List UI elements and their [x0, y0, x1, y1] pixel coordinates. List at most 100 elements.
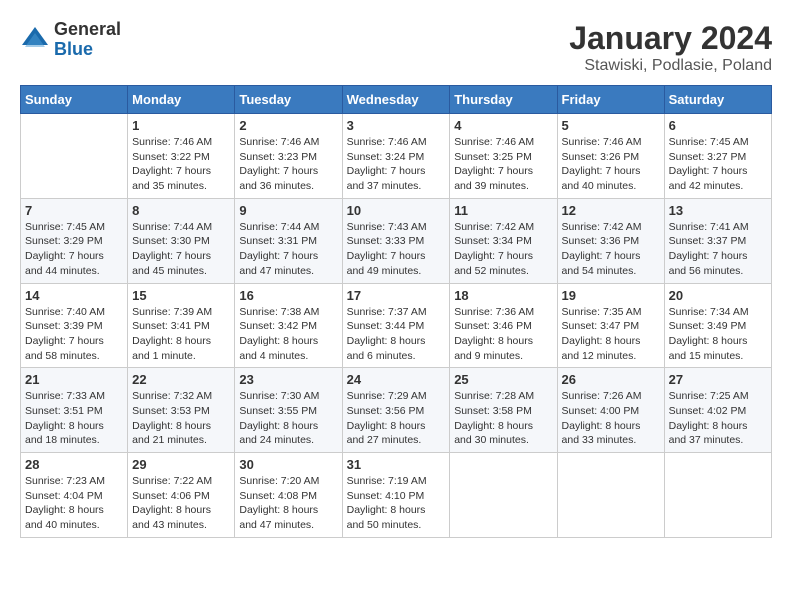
- day-cell: 28 Sunrise: 7:23 AM Sunset: 4:04 PM Dayli…: [21, 453, 128, 538]
- day-number: 3: [347, 118, 446, 133]
- day-info: Sunrise: 7:37 AM Sunset: 3:44 PM Dayligh…: [347, 305, 446, 364]
- day-number: 4: [454, 118, 552, 133]
- day-info: Sunrise: 7:42 AM Sunset: 3:36 PM Dayligh…: [562, 220, 660, 279]
- day-number: 16: [239, 288, 337, 303]
- day-number: 28: [25, 457, 123, 472]
- header-sunday: Sunday: [21, 86, 128, 114]
- day-number: 15: [132, 288, 230, 303]
- week-row-3: 14Sunrise: 7:40 AM Sunset: 3:39 PM Dayli…: [21, 283, 772, 368]
- day-cell: 29 Sunrise: 7:22 AM Sunset: 4:06 PM Dayli…: [128, 453, 235, 538]
- day-info: Sunrise: 7:30 AM Sunset: 3:55 PM Dayligh…: [239, 389, 337, 448]
- day-cell: [664, 453, 771, 538]
- day-number: 20: [669, 288, 767, 303]
- day-cell: 26Sunrise: 7:26 AM Sunset: 4:00 PM Dayli…: [557, 368, 664, 453]
- day-info: Sunrise: 7:36 AM Sunset: 3:46 PM Dayligh…: [454, 305, 552, 364]
- day-info: Sunrise: 7:35 AM Sunset: 3:47 PM Dayligh…: [562, 305, 660, 364]
- day-info: Sunrise: 7:29 AM Sunset: 3:56 PM Dayligh…: [347, 389, 446, 448]
- day-cell: 31 Sunrise: 7:19 AM Sunset: 4:10 PM Dayli…: [342, 453, 450, 538]
- day-number: 30: [239, 457, 337, 472]
- day-info: Sunrise: 7:43 AM Sunset: 3:33 PM Dayligh…: [347, 220, 446, 279]
- day-cell: 22 Sunrise: 7:32 AM Sunset: 3:53 PM Dayli…: [128, 368, 235, 453]
- day-cell: 1Sunrise: 7:46 AM Sunset: 3:22 PM Daylig…: [128, 114, 235, 199]
- day-number: 27: [669, 372, 767, 387]
- day-info: Sunrise: 7:23 AM Sunset: 4:04 PM Dayligh…: [25, 474, 123, 533]
- day-info: Sunrise: 7:44 AM Sunset: 3:31 PM Dayligh…: [239, 220, 337, 279]
- day-number: 7: [25, 203, 123, 218]
- header-saturday: Saturday: [664, 86, 771, 114]
- day-cell: 9Sunrise: 7:44 AM Sunset: 3:31 PM Daylig…: [235, 198, 342, 283]
- day-info: Sunrise: 7:25 AM Sunset: 4:02 PM Dayligh…: [669, 389, 767, 448]
- day-cell: 23 Sunrise: 7:30 AM Sunset: 3:55 PM Dayli…: [235, 368, 342, 453]
- day-number: 23: [239, 372, 337, 387]
- header-tuesday: Tuesday: [235, 86, 342, 114]
- day-info: Sunrise: 7:33 AM Sunset: 3:51 PM Dayligh…: [25, 389, 123, 448]
- day-cell: 6 Sunrise: 7:45 AM Sunset: 3:27 PM Daylig…: [664, 114, 771, 199]
- day-cell: 5 Sunrise: 7:46 AM Sunset: 3:26 PM Daylig…: [557, 114, 664, 199]
- day-info: Sunrise: 7:46 AM Sunset: 3:24 PM Dayligh…: [347, 135, 446, 194]
- day-cell: 18 Sunrise: 7:36 AM Sunset: 3:46 PM Dayli…: [450, 283, 557, 368]
- day-info: Sunrise: 7:41 AM Sunset: 3:37 PM Dayligh…: [669, 220, 767, 279]
- day-number: 18: [454, 288, 552, 303]
- day-number: 19: [562, 288, 660, 303]
- day-cell: 30 Sunrise: 7:20 AM Sunset: 4:08 PM Dayli…: [235, 453, 342, 538]
- day-info: Sunrise: 7:46 AM Sunset: 3:26 PM Dayligh…: [562, 135, 660, 194]
- day-info: Sunrise: 7:46 AM Sunset: 3:22 PM Dayligh…: [132, 135, 230, 194]
- day-cell: 17 Sunrise: 7:37 AM Sunset: 3:44 PM Dayli…: [342, 283, 450, 368]
- day-cell: [21, 114, 128, 199]
- week-row-2: 7 Sunrise: 7:45 AM Sunset: 3:29 PM Daylig…: [21, 198, 772, 283]
- day-number: 10: [347, 203, 446, 218]
- day-cell: 25Sunrise: 7:28 AM Sunset: 3:58 PM Dayli…: [450, 368, 557, 453]
- day-number: 29: [132, 457, 230, 472]
- day-info: Sunrise: 7:42 AM Sunset: 3:34 PM Dayligh…: [454, 220, 552, 279]
- day-cell: 4 Sunrise: 7:46 AM Sunset: 3:25 PM Daylig…: [450, 114, 557, 199]
- day-cell: 2Sunrise: 7:46 AM Sunset: 3:23 PM Daylig…: [235, 114, 342, 199]
- calendar-header: SundayMondayTuesdayWednesdayThursdayFrid…: [21, 86, 772, 114]
- day-info: Sunrise: 7:34 AM Sunset: 3:49 PM Dayligh…: [669, 305, 767, 364]
- day-cell: 10 Sunrise: 7:43 AM Sunset: 3:33 PM Dayli…: [342, 198, 450, 283]
- day-number: 17: [347, 288, 446, 303]
- day-info: Sunrise: 7:39 AM Sunset: 3:41 PM Dayligh…: [132, 305, 230, 364]
- day-info: Sunrise: 7:45 AM Sunset: 3:27 PM Dayligh…: [669, 135, 767, 194]
- day-number: 13: [669, 203, 767, 218]
- day-info: Sunrise: 7:20 AM Sunset: 4:08 PM Dayligh…: [239, 474, 337, 533]
- day-info: Sunrise: 7:44 AM Sunset: 3:30 PM Dayligh…: [132, 220, 230, 279]
- logo-icon: [20, 25, 50, 55]
- day-number: 5: [562, 118, 660, 133]
- day-info: Sunrise: 7:28 AM Sunset: 3:58 PM Dayligh…: [454, 389, 552, 448]
- day-cell: 11Sunrise: 7:42 AM Sunset: 3:34 PM Dayli…: [450, 198, 557, 283]
- day-number: 21: [25, 372, 123, 387]
- day-number: 22: [132, 372, 230, 387]
- day-info: Sunrise: 7:32 AM Sunset: 3:53 PM Dayligh…: [132, 389, 230, 448]
- day-info: Sunrise: 7:46 AM Sunset: 3:25 PM Dayligh…: [454, 135, 552, 194]
- day-number: 6: [669, 118, 767, 133]
- day-info: Sunrise: 7:22 AM Sunset: 4:06 PM Dayligh…: [132, 474, 230, 533]
- day-cell: [557, 453, 664, 538]
- day-cell: 24Sunrise: 7:29 AM Sunset: 3:56 PM Dayli…: [342, 368, 450, 453]
- day-cell: [450, 453, 557, 538]
- week-row-5: 28 Sunrise: 7:23 AM Sunset: 4:04 PM Dayli…: [21, 453, 772, 538]
- day-cell: 13 Sunrise: 7:41 AM Sunset: 3:37 PM Dayli…: [664, 198, 771, 283]
- logo-general: General: [54, 20, 121, 40]
- day-cell: 8 Sunrise: 7:44 AM Sunset: 3:30 PM Daylig…: [128, 198, 235, 283]
- day-info: Sunrise: 7:45 AM Sunset: 3:29 PM Dayligh…: [25, 220, 123, 279]
- day-cell: 16Sunrise: 7:38 AM Sunset: 3:42 PM Dayli…: [235, 283, 342, 368]
- day-cell: 14Sunrise: 7:40 AM Sunset: 3:39 PM Dayli…: [21, 283, 128, 368]
- day-number: 8: [132, 203, 230, 218]
- day-number: 26: [562, 372, 660, 387]
- day-info: Sunrise: 7:46 AM Sunset: 3:23 PM Dayligh…: [239, 135, 337, 194]
- week-row-1: 1Sunrise: 7:46 AM Sunset: 3:22 PM Daylig…: [21, 114, 772, 199]
- day-number: 12: [562, 203, 660, 218]
- day-cell: 3 Sunrise: 7:46 AM Sunset: 3:24 PM Daylig…: [342, 114, 450, 199]
- logo-blue: Blue: [54, 40, 121, 60]
- day-cell: 19 Sunrise: 7:35 AM Sunset: 3:47 PM Dayli…: [557, 283, 664, 368]
- location-subtitle: Stawiski, Podlasie, Poland: [569, 57, 772, 75]
- day-number: 31: [347, 457, 446, 472]
- header-friday: Friday: [557, 86, 664, 114]
- week-row-4: 21 Sunrise: 7:33 AM Sunset: 3:51 PM Dayli…: [21, 368, 772, 453]
- day-info: Sunrise: 7:19 AM Sunset: 4:10 PM Dayligh…: [347, 474, 446, 533]
- header-wednesday: Wednesday: [342, 86, 450, 114]
- day-cell: 20 Sunrise: 7:34 AM Sunset: 3:49 PM Dayli…: [664, 283, 771, 368]
- calendar-table: SundayMondayTuesdayWednesdayThursdayFrid…: [20, 85, 772, 538]
- calendar-body: 1Sunrise: 7:46 AM Sunset: 3:22 PM Daylig…: [21, 114, 772, 538]
- day-cell: 15 Sunrise: 7:39 AM Sunset: 3:41 PM Dayli…: [128, 283, 235, 368]
